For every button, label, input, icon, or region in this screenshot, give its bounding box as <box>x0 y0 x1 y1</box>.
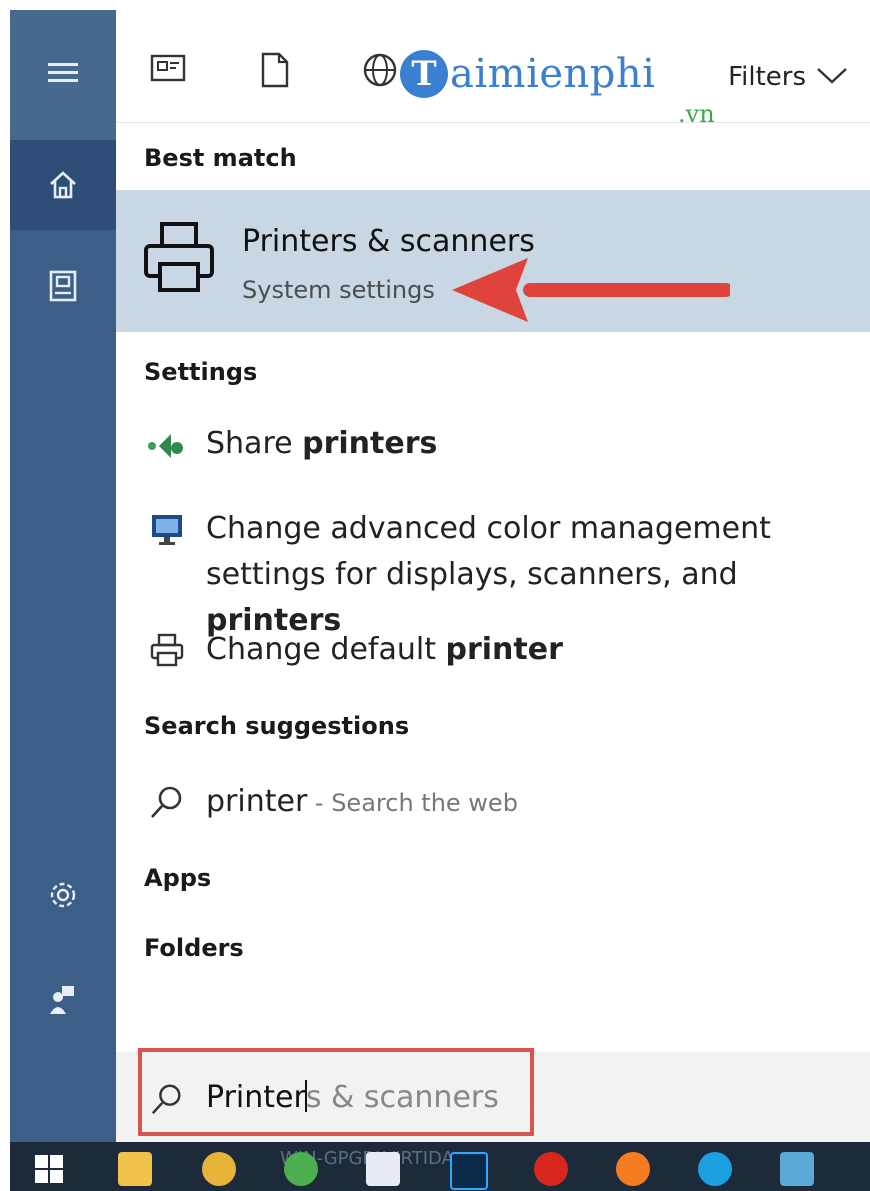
setting-bold: printers <box>302 426 438 461</box>
settings-header: Settings <box>144 358 258 386</box>
filters-dropdown[interactable]: Filters <box>728 62 848 92</box>
document-icon[interactable] <box>10 246 116 326</box>
setting-text-line2: settings for displays, scanners, and <box>206 557 738 592</box>
control-panel-icon[interactable] <box>780 1152 814 1186</box>
windows-start-icon[interactable] <box>32 1152 66 1186</box>
apps-filter-icon[interactable] <box>150 52 186 88</box>
search-icon <box>150 1082 184 1120</box>
best-match-title-prefix: Printer <box>242 224 342 259</box>
web-suggestion[interactable]: printer - Search the web <box>144 784 518 820</box>
search-typed-text: Printer <box>206 1080 306 1115</box>
search-icon <box>144 784 190 820</box>
best-match-header: Best match <box>144 144 297 172</box>
setting-default-printer[interactable]: Change default printer <box>144 632 563 668</box>
setting-text-line1: Change advanced color management <box>206 511 771 546</box>
web-filter-icon[interactable] <box>362 52 398 92</box>
apps-header[interactable]: Apps <box>144 864 211 892</box>
photos-icon[interactable] <box>202 1152 236 1186</box>
printer-icon <box>144 632 190 668</box>
setting-color-management[interactable]: Change advanced color management setting… <box>144 506 870 644</box>
mail-icon[interactable] <box>366 1152 400 1186</box>
skype-icon[interactable] <box>698 1152 732 1186</box>
documents-filter-icon[interactable] <box>260 52 290 92</box>
search-input[interactable]: Printers & scanners <box>206 1080 499 1115</box>
suggestion-hint: - Search the web <box>307 789 518 817</box>
chrome-icon[interactable] <box>284 1152 318 1186</box>
hamburger-menu-icon[interactable] <box>10 38 116 108</box>
search-autocomplete: s & scanners <box>305 1080 499 1115</box>
photoshop-icon[interactable] <box>450 1152 488 1190</box>
share-icon <box>144 426 190 462</box>
firefox-icon[interactable] <box>616 1152 650 1186</box>
file-explorer-icon[interactable] <box>118 1152 152 1186</box>
best-match-result[interactable]: Printers & scanners System settings <box>116 190 870 332</box>
suggestion-query: printer <box>206 784 308 819</box>
setting-bold: printer <box>445 632 563 667</box>
setting-share-printers[interactable]: Share printers <box>144 426 437 462</box>
printer-icon <box>142 220 216 298</box>
monitor-icon <box>144 506 190 546</box>
red-arrow-annotation <box>450 248 733 332</box>
opera-icon[interactable] <box>534 1152 568 1186</box>
best-match-subtitle: System settings <box>242 276 435 304</box>
taskbar: WIN-GPGBLVIRTIDA <box>10 1142 870 1191</box>
search-suggestions-header: Search suggestions <box>144 712 410 740</box>
filters-label: Filters <box>728 62 806 92</box>
user-icon[interactable] <box>10 960 116 1040</box>
start-left-rail <box>10 10 116 1142</box>
chevron-down-icon <box>816 62 848 92</box>
setting-text: Share <box>206 426 303 461</box>
gear-icon[interactable] <box>10 860 116 930</box>
search-filter-bar: Filters <box>116 10 870 123</box>
setting-text: Change default <box>206 632 446 667</box>
folders-header[interactable]: Folders <box>144 934 244 962</box>
home-icon[interactable] <box>10 140 116 230</box>
